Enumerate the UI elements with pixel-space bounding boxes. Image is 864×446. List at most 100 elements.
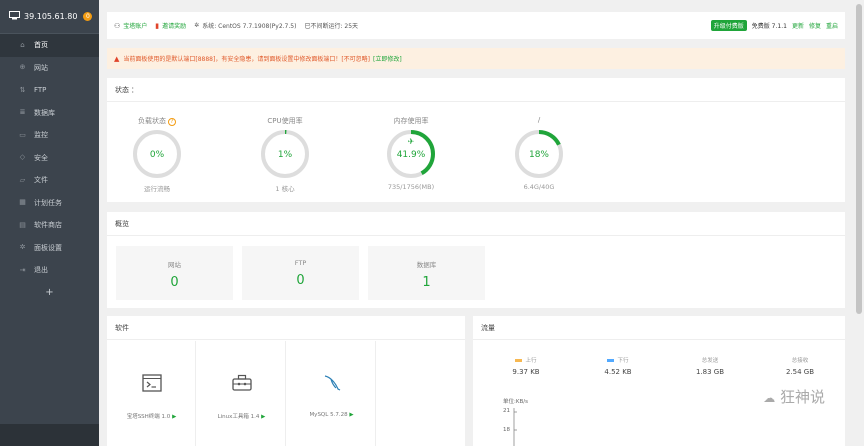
terminal-icon bbox=[142, 374, 162, 392]
traffic-stat-label: 总接收 bbox=[791, 358, 809, 364]
svg-text:✈: ✈ bbox=[408, 137, 415, 146]
repair-link[interactable]: 修复 bbox=[809, 21, 821, 30]
sidebar-item-label: FTP bbox=[34, 86, 47, 95]
user-icon: ⚇ bbox=[114, 21, 121, 30]
monitor-icon: ▭ bbox=[19, 130, 26, 139]
gauge-value: 41.9% bbox=[396, 150, 426, 160]
sidebar-item[interactable]: ◇ 安全 bbox=[0, 147, 99, 170]
traffic-y-axis bbox=[513, 408, 517, 446]
sidebar-item-label: 退出 bbox=[34, 266, 48, 275]
sidebar-item-label: 计划任务 bbox=[34, 198, 62, 207]
software-name: Linux工具箱 1.4 bbox=[217, 414, 260, 420]
overview-card[interactable]: FTP 0 bbox=[242, 246, 359, 300]
sidebar-item-label: 首页 bbox=[34, 41, 48, 50]
gauge-subtext: 1 核心 bbox=[275, 185, 295, 193]
software-title: 软件 bbox=[107, 316, 465, 340]
account-link[interactable]: ⚇ 宝塔账户 bbox=[114, 21, 147, 31]
traffic-stat-value: 1.83 GB bbox=[695, 368, 725, 376]
wechat-icon: ☁ bbox=[763, 391, 776, 405]
overview-card-value: 0 bbox=[170, 275, 179, 290]
sidebar-item[interactable]: ⊕ 网站 bbox=[0, 57, 99, 80]
sidebar-item[interactable]: ▤ 软件商店 bbox=[0, 214, 99, 237]
gauge-value: 18% bbox=[528, 150, 549, 160]
shield-icon: ◇ bbox=[19, 153, 26, 162]
software-item-ssh[interactable]: 宝塔SSH终端 1.0 ▶ bbox=[107, 341, 196, 446]
sidebar-item[interactable]: ▭ 监控 bbox=[0, 124, 99, 147]
version-text: 免费版 7.1.1 bbox=[751, 23, 787, 30]
traffic-panel: 流量 上行 9.37 KB 下行 4.52 KB 总发送 1.83 GB 总接收 2.54 G… bbox=[473, 316, 845, 446]
upgrade-button[interactable]: 升级付费版 bbox=[710, 20, 747, 31]
sidebar-item-label: 网站 bbox=[34, 63, 48, 72]
traffic-stat: 总接收 2.54 GB bbox=[755, 356, 845, 376]
traffic-stat: 上行 9.37 KB bbox=[481, 356, 571, 376]
software-item-mysql[interactable]: MySQL 5.7.28 ▶ bbox=[287, 341, 376, 446]
traffic-unit: 单位:KB/s bbox=[503, 399, 528, 405]
settings-icon: ✲ bbox=[194, 22, 200, 29]
sidebar-item[interactable]: ⇥ 退出 bbox=[0, 259, 99, 282]
sidebar-item[interactable]: ▱ 文件 bbox=[0, 169, 99, 192]
sidebar-item-label: 软件商店 bbox=[34, 221, 62, 230]
warning-text: 当前面板使用的是默认端口[8888]，有安全隐患，请到面板设置中修改面板端口！[… bbox=[123, 56, 371, 63]
server-ip: 39.105.61.80 bbox=[24, 12, 78, 21]
restart-link[interactable]: 重启 bbox=[826, 21, 838, 30]
home-icon: ⌂ bbox=[20, 40, 25, 49]
add-menu-button[interactable]: + bbox=[0, 282, 99, 304]
overview-card-value: 0 bbox=[296, 273, 305, 288]
help-icon[interactable]: ? bbox=[168, 118, 176, 126]
page-scrollbar[interactable] bbox=[854, 0, 864, 446]
overview-card-label: FTP bbox=[294, 259, 307, 267]
gauge-value: 1% bbox=[277, 150, 293, 160]
overview-card-label: 网站 bbox=[168, 261, 181, 269]
overview-card-label: 数据库 bbox=[416, 261, 437, 269]
sidebar-item[interactable]: ▦ 计划任务 bbox=[0, 192, 99, 215]
sidebar-item[interactable]: ⇅ FTP bbox=[0, 79, 99, 102]
sidebar-item-label: 文件 bbox=[34, 176, 48, 185]
overview-card-value: 1 bbox=[422, 275, 431, 290]
sidebar-item-label: 安全 bbox=[34, 153, 48, 162]
traffic-stat-label: 总发送 bbox=[701, 358, 719, 364]
sidebar-footer bbox=[0, 424, 99, 446]
security-warning-bar: ▲ 当前面板使用的是默认端口[8888]，有安全隐患，请到面板设置中修改面板端口… bbox=[107, 48, 845, 69]
sidebar-item-label: 面板设置 bbox=[34, 243, 62, 252]
legend-swatch bbox=[515, 358, 523, 362]
watermark-text: ☁ 狂神说 bbox=[763, 388, 825, 406]
server-header: 39.105.61.80 0 bbox=[0, 0, 99, 34]
play-icon[interactable]: ▶ bbox=[349, 412, 353, 418]
gear-icon: ✲ bbox=[19, 243, 26, 252]
software-panel: 软件 宝塔SSH终端 1.0 ▶ Linux工具箱 1.4 ▶ MySQL 5.… bbox=[107, 316, 465, 446]
traffic-stat-label: 下行 bbox=[617, 358, 629, 364]
traffic-stat-value: 2.54 GB bbox=[785, 368, 815, 376]
notification-badge[interactable]: 0 bbox=[83, 12, 93, 21]
sidebar: 39.105.61.80 0 ⌂ 首页 ⊕ 网站 ⇅ FTP ≣ 数据库 ▭ 监控 ◇ 安全 ▱ 文件 ▦ 计… bbox=[0, 0, 99, 446]
traffic-stat-value: 4.52 KB bbox=[604, 368, 632, 376]
play-icon[interactable]: ▶ bbox=[261, 414, 265, 420]
software-item-toolbox[interactable]: Linux工具箱 1.4 ▶ bbox=[197, 341, 286, 446]
gauge-subtext: 运行流畅 bbox=[144, 185, 170, 193]
update-link[interactable]: 更新 bbox=[792, 21, 804, 30]
folder-icon: ▱ bbox=[19, 175, 26, 184]
sidebar-item[interactable]: ✲ 面板设置 bbox=[0, 237, 99, 260]
overview-card[interactable]: 网站 0 bbox=[116, 246, 233, 300]
traffic-stat-label: 上行 bbox=[525, 358, 537, 364]
sidebar-item-label: 数据库 bbox=[34, 108, 55, 117]
sidebar-item[interactable]: ≣ 数据库 bbox=[0, 102, 99, 125]
software-name: MySQL 5.7.28 bbox=[309, 412, 348, 418]
top-info-bar: ⚇ 宝塔账户 ▮ 邀请奖励 ✲ 系统: CentOS 7.7.1908(Py2.… bbox=[107, 12, 845, 39]
software-item-empty bbox=[377, 341, 466, 446]
sidebar-item[interactable]: ⌂ 首页 bbox=[0, 34, 99, 57]
overview-card[interactable]: 数据库 1 bbox=[368, 246, 485, 300]
fix-now-link[interactable]: [立即修改] bbox=[373, 54, 402, 63]
traffic-stat: 下行 4.52 KB bbox=[573, 356, 663, 376]
traffic-stat: 总发送 1.83 GB bbox=[665, 356, 755, 376]
calendar-icon: ▦ bbox=[19, 198, 26, 207]
logout-icon: ⇥ bbox=[19, 265, 26, 274]
claim-link[interactable]: ▮ 邀请奖励 bbox=[155, 21, 186, 31]
overview-title: 概览 bbox=[107, 212, 845, 236]
system-info: ✲ 系统: CentOS 7.7.1908(Py2.7.5) bbox=[194, 22, 297, 30]
play-icon[interactable]: ▶ bbox=[172, 414, 176, 420]
monitor-icon bbox=[9, 11, 20, 22]
status-panel: 状态： 负载状态? 0% 运行流畅 CPU使用率 1% 1 核心 内存使用率 ✈ 41.9% 73… bbox=[107, 78, 845, 202]
scrollbar-thumb[interactable] bbox=[856, 4, 862, 314]
database-icon: ≣ bbox=[19, 108, 26, 117]
ftp-icon: ⇅ bbox=[19, 85, 26, 94]
